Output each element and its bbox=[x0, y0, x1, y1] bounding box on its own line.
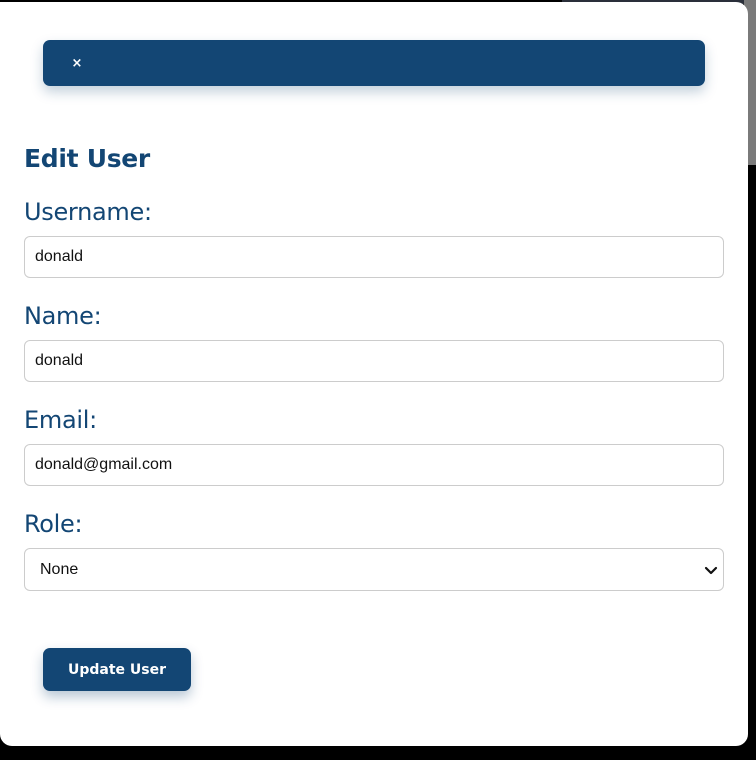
username-input[interactable] bbox=[24, 236, 724, 278]
email-label: Email: bbox=[24, 406, 97, 434]
name-input[interactable] bbox=[24, 340, 724, 382]
edit-user-modal: × Edit User Username: Name: Email: Role:… bbox=[0, 2, 748, 746]
modal-header-bar: × bbox=[43, 40, 705, 86]
role-label: Role: bbox=[24, 510, 83, 538]
close-button[interactable]: × bbox=[65, 52, 89, 76]
role-select[interactable]: None bbox=[24, 548, 724, 591]
email-input[interactable] bbox=[24, 444, 724, 486]
username-label: Username: bbox=[24, 198, 152, 226]
chevron-down-icon bbox=[704, 566, 718, 575]
role-select-value: None bbox=[40, 561, 79, 578]
name-label: Name: bbox=[24, 302, 102, 330]
page-title: Edit User bbox=[24, 144, 150, 173]
update-user-button[interactable]: Update User bbox=[43, 648, 191, 691]
